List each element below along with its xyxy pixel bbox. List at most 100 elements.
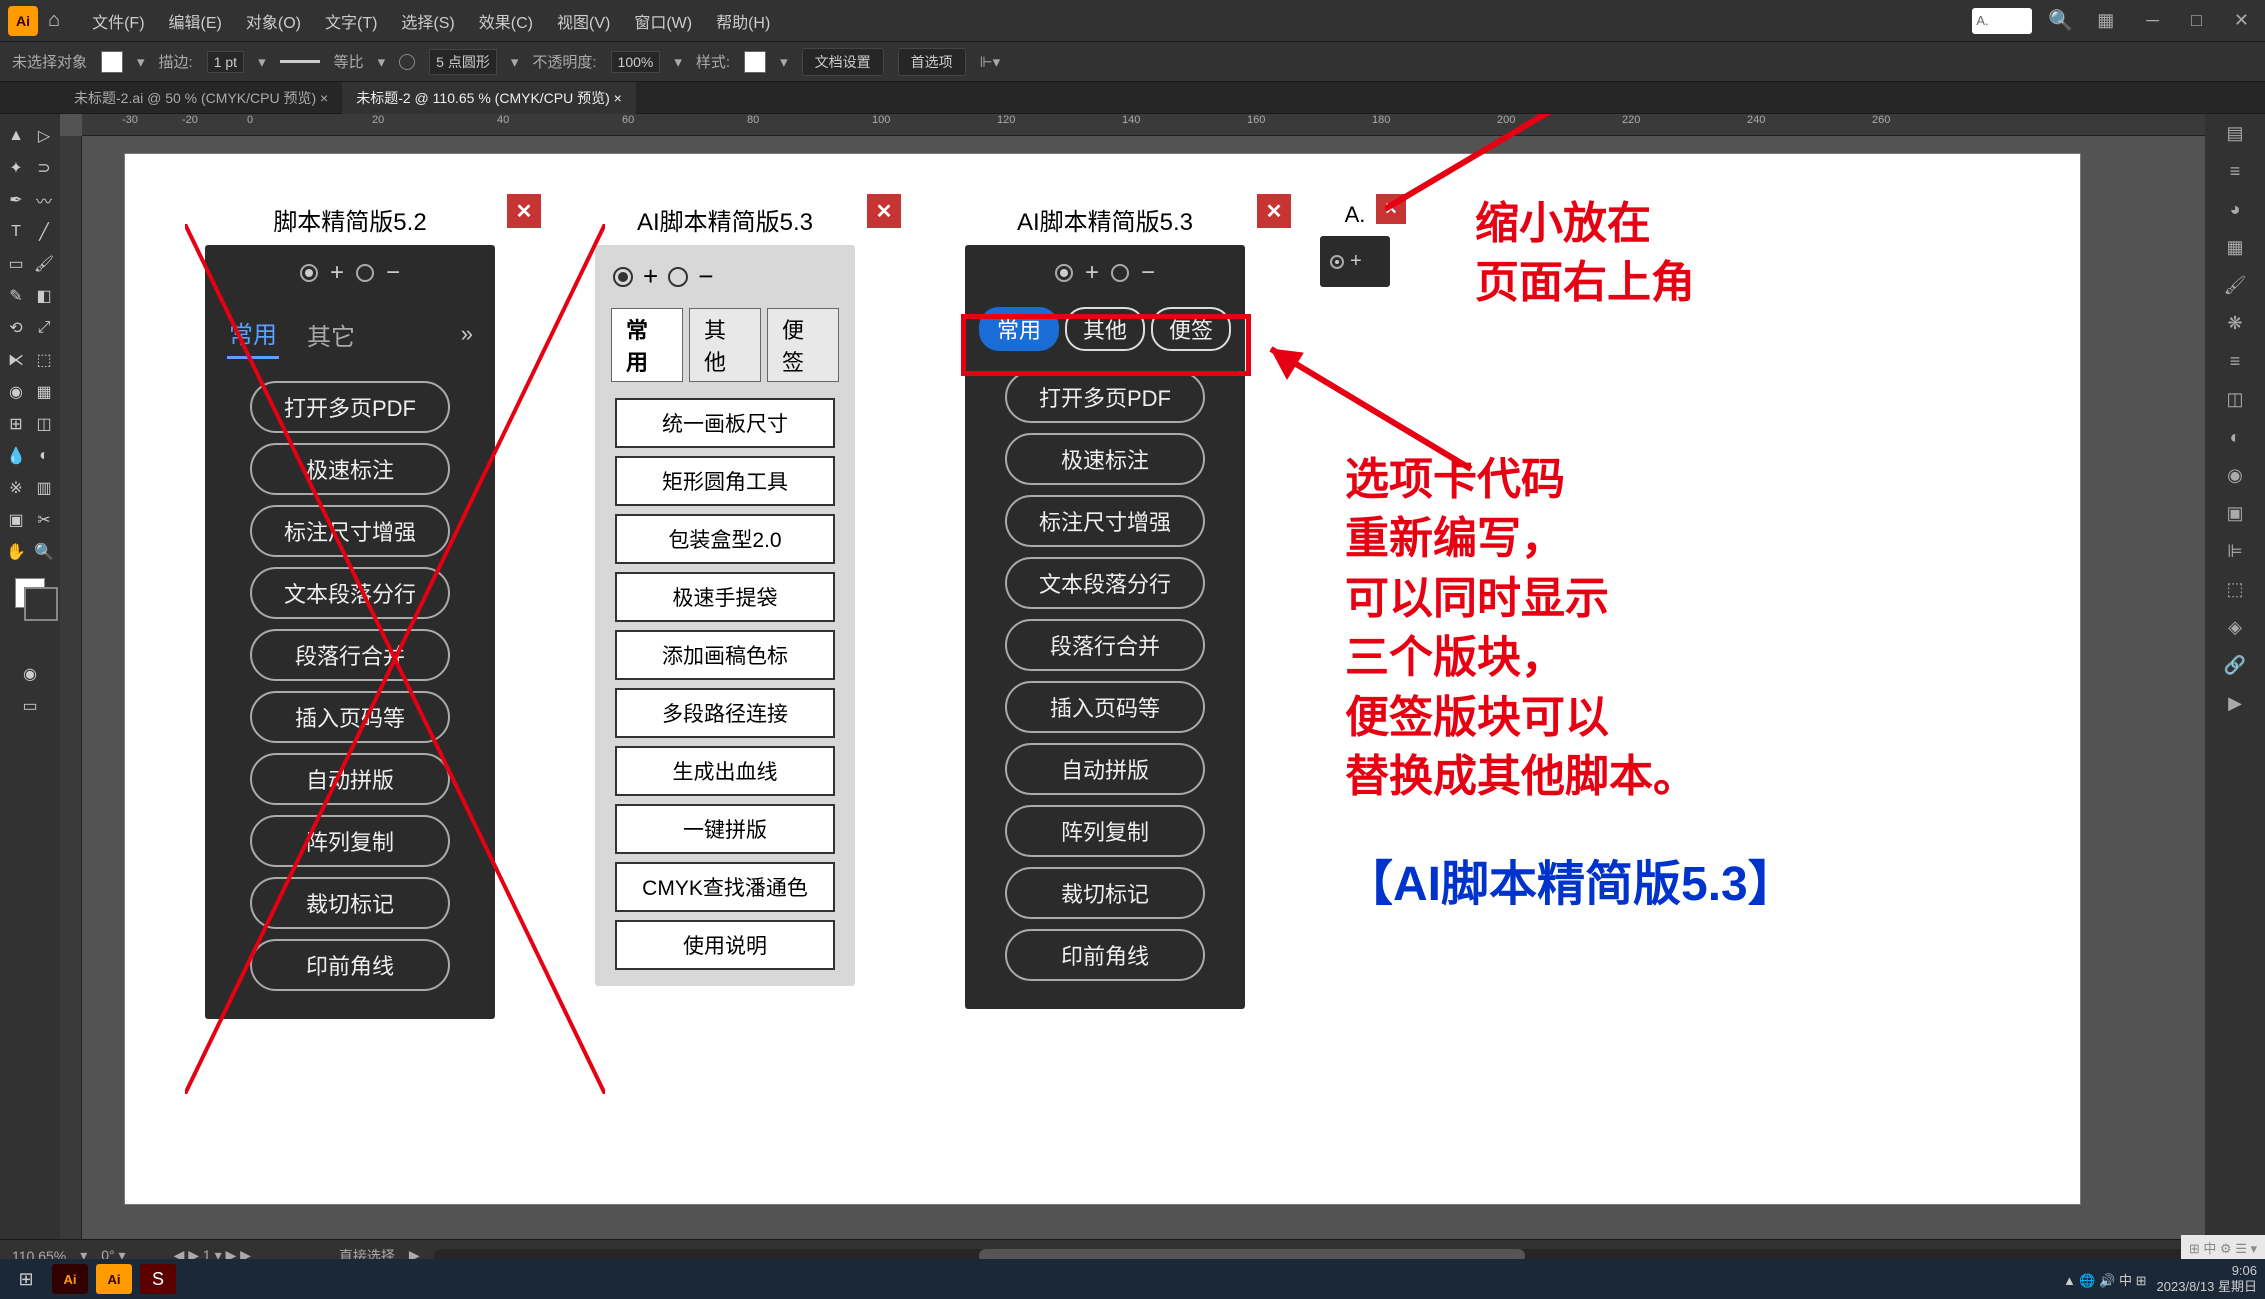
shaper-tool[interactable]: ✎ bbox=[3, 283, 29, 309]
btn-53d-3[interactable]: 文本段落分行 bbox=[1005, 557, 1205, 609]
menu-type[interactable]: 文字(T) bbox=[313, 9, 389, 33]
btn-53d-9[interactable]: 印前角线 bbox=[1005, 929, 1205, 981]
gradient-icon[interactable]: ◫ bbox=[2222, 386, 2248, 412]
graphic-styles-icon[interactable]: ▣ bbox=[2222, 500, 2248, 526]
mesh-tool[interactable]: ⊞ bbox=[3, 411, 29, 437]
slice-tool[interactable]: ✂ bbox=[31, 507, 57, 533]
btn-53l-5[interactable]: 多段路径连接 bbox=[615, 688, 835, 738]
gradient-tool[interactable]: ◫ bbox=[31, 411, 57, 437]
screen-mode[interactable]: ▭ bbox=[17, 693, 43, 719]
hand-tool[interactable]: ✋ bbox=[3, 539, 29, 565]
type-tool[interactable]: T bbox=[3, 219, 29, 245]
home-icon[interactable]: ⌂ bbox=[48, 9, 60, 32]
width-tool[interactable]: ⧔ bbox=[3, 347, 29, 373]
btn-53d-8[interactable]: 裁切标记 bbox=[1005, 867, 1205, 919]
eyedropper-tool[interactable]: 💧 bbox=[3, 443, 29, 469]
taskbar-ai-2[interactable]: Ai bbox=[96, 1264, 132, 1294]
curvature-tool[interactable]: 〰 bbox=[31, 187, 57, 213]
btn-53d-4[interactable]: 段落行合并 bbox=[1005, 619, 1205, 671]
btn-53l-0[interactable]: 统一画板尺寸 bbox=[615, 398, 835, 448]
tab-53l-common[interactable]: 常用 bbox=[611, 308, 683, 382]
start-icon[interactable]: ⊞ bbox=[8, 1264, 44, 1294]
transform-icon[interactable]: ⬚ bbox=[2222, 576, 2248, 602]
actions-icon[interactable]: ▶ bbox=[2222, 690, 2248, 716]
doc-tab-2[interactable]: 未标题-2 @ 110.65 % (CMYK/CPU 预览) × bbox=[342, 82, 636, 114]
line-tool[interactable]: ╱ bbox=[31, 219, 57, 245]
btn-53d-6[interactable]: 自动拼版 bbox=[1005, 743, 1205, 795]
minimize-icon[interactable]: ─ bbox=[2138, 10, 2167, 31]
panel-52-close[interactable]: ✕ bbox=[507, 194, 541, 228]
rectangle-tool[interactable]: ▭ bbox=[3, 251, 29, 277]
selection-tool[interactable]: ▲ bbox=[3, 123, 29, 149]
layers-icon[interactable]: ≡ bbox=[2222, 158, 2248, 184]
btn-53l-7[interactable]: 一键拼版 bbox=[615, 804, 835, 854]
rotate-tool[interactable]: ⟲ bbox=[3, 315, 29, 341]
radio-off-icon[interactable] bbox=[1111, 264, 1129, 282]
color-mode[interactable]: ◉ bbox=[17, 661, 43, 687]
style-swatch[interactable] bbox=[744, 51, 766, 73]
opacity-input[interactable]: 100% bbox=[611, 51, 661, 73]
appearance-icon[interactable]: ◉ bbox=[2222, 462, 2248, 488]
properties-icon[interactable]: ▤ bbox=[2222, 120, 2248, 146]
blend-tool[interactable]: ◐ bbox=[31, 443, 57, 469]
panel-53l-close[interactable]: ✕ bbox=[867, 194, 901, 228]
btn-53l-4[interactable]: 添加画稿色标 bbox=[615, 630, 835, 680]
stroke-icon[interactable]: ≡ bbox=[2222, 348, 2248, 374]
perspective-tool[interactable]: ▦ bbox=[31, 379, 57, 405]
taskbar-ai-1[interactable]: Ai bbox=[52, 1264, 88, 1294]
swatches-icon[interactable]: ▦ bbox=[2222, 234, 2248, 260]
panel-53d-close[interactable]: ✕ bbox=[1257, 194, 1291, 228]
symbols-icon[interactable]: ❋ bbox=[2222, 310, 2248, 336]
btn-53d-5[interactable]: 插入页码等 bbox=[1005, 681, 1205, 733]
mini-float-panel[interactable]: A. bbox=[1972, 8, 2032, 34]
menu-effect[interactable]: 效果(C) bbox=[467, 9, 545, 33]
symbol-tool[interactable]: ※ bbox=[3, 475, 29, 501]
transparency-icon[interactable]: ◐ bbox=[2222, 424, 2248, 450]
doc-setup-button[interactable]: 文档设置 bbox=[802, 48, 884, 76]
doc-tab-1[interactable]: 未标题-2.ai @ 50 % (CMYK/CPU 预览) × bbox=[60, 82, 342, 114]
btn-53l-8[interactable]: CMYK查找潘通色 bbox=[615, 862, 835, 912]
search-icon[interactable]: 🔍 bbox=[2048, 8, 2073, 33]
menu-window[interactable]: 窗口(W) bbox=[622, 9, 704, 33]
brush-tool[interactable]: 🖌 bbox=[31, 251, 57, 277]
btn-53l-9[interactable]: 使用说明 bbox=[615, 920, 835, 970]
zoom-tool[interactable]: 🔍 bbox=[31, 539, 57, 565]
prefs-button[interactable]: 首选项 bbox=[898, 48, 966, 76]
taskbar-app-3[interactable]: S bbox=[140, 1264, 176, 1294]
btn-53d-7[interactable]: 阵列复制 bbox=[1005, 805, 1205, 857]
pen-tool[interactable]: ✒ bbox=[3, 187, 29, 213]
menu-object[interactable]: 对象(O) bbox=[234, 9, 313, 33]
btn-53d-0[interactable]: 打开多页PDF bbox=[1005, 371, 1205, 423]
stroke-width[interactable]: 1 pt bbox=[207, 51, 244, 73]
btn-53l-1[interactable]: 矩形圆角工具 bbox=[615, 456, 835, 506]
brush-select[interactable]: 5 点圆形 bbox=[429, 49, 497, 75]
menu-edit[interactable]: 编辑(E) bbox=[157, 9, 234, 33]
menu-help[interactable]: 帮助(H) bbox=[704, 9, 782, 33]
btn-53d-1[interactable]: 极速标注 bbox=[1005, 433, 1205, 485]
shape-builder-tool[interactable]: ◉ bbox=[3, 379, 29, 405]
btn-53l-2[interactable]: 包装盒型2.0 bbox=[615, 514, 835, 564]
eraser-tool[interactable]: ◧ bbox=[31, 283, 57, 309]
fill-stroke-swatch[interactable] bbox=[15, 578, 45, 608]
fill-swatch[interactable] bbox=[101, 51, 123, 73]
links-icon[interactable]: 🔗 bbox=[2222, 652, 2248, 678]
menu-view[interactable]: 视图(V) bbox=[545, 9, 622, 33]
radio-off-icon[interactable] bbox=[668, 267, 688, 287]
color-icon[interactable]: ◕ bbox=[2222, 196, 2248, 222]
btn-53l-6[interactable]: 生成出血线 bbox=[615, 746, 835, 796]
menu-select[interactable]: 选择(S) bbox=[389, 9, 466, 33]
tab-53l-other[interactable]: 其他 bbox=[689, 308, 761, 382]
ime-icon[interactable]: ⊞ 中 ⚙ ☰ ▾ bbox=[2189, 1238, 2257, 1257]
align-icon[interactable]: ⊩▾ bbox=[980, 53, 1001, 71]
radio-on-icon[interactable] bbox=[613, 267, 633, 287]
pathfinder-icon[interactable]: ◈ bbox=[2222, 614, 2248, 640]
arrange-icon[interactable]: ▦ bbox=[2089, 10, 2122, 31]
tab-53l-notes[interactable]: 便签 bbox=[767, 308, 839, 382]
btn-53l-3[interactable]: 极速手提袋 bbox=[615, 572, 835, 622]
maximize-icon[interactable]: □ bbox=[2183, 10, 2210, 31]
tray-icon[interactable]: ▲ 🌐 🔊 中 ⊞ bbox=[2063, 1270, 2147, 1289]
menu-file[interactable]: 文件(F) bbox=[80, 9, 156, 33]
btn-53d-2[interactable]: 标注尺寸增强 bbox=[1005, 495, 1205, 547]
brushes-icon[interactable]: 🖌 bbox=[2222, 272, 2248, 298]
scale-tool[interactable]: ⤢ bbox=[31, 315, 57, 341]
